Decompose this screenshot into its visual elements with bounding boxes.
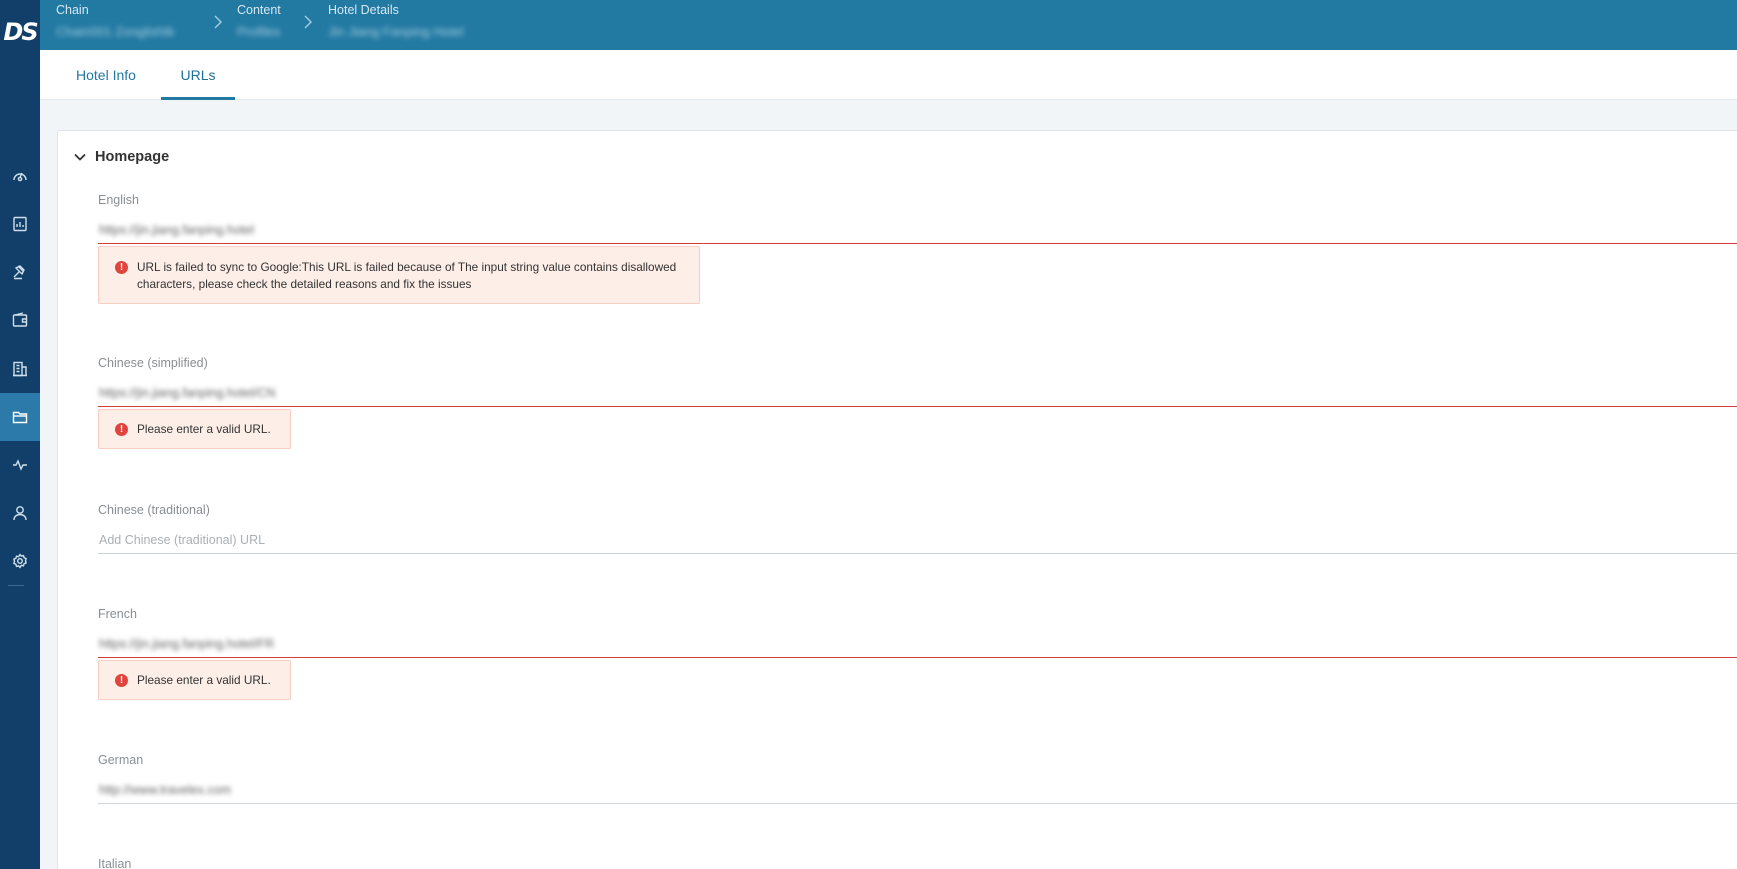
breadcrumb-chevron-icon bbox=[214, 15, 222, 29]
breadcrumb-value: Profiles bbox=[237, 24, 281, 39]
input-value: https://jin.jiang.fanping.hotel/CN bbox=[99, 386, 276, 400]
field-chinese-simplified: Chinese (simplified) https://jin.jiang.f… bbox=[98, 355, 1737, 449]
tab-bar: Hotel Info URLs bbox=[40, 50, 1737, 100]
error-icon: ! bbox=[115, 423, 128, 436]
field-label: Chinese (simplified) bbox=[98, 356, 208, 370]
url-input-french[interactable]: https://jin.jiang.fanping.hotel/FR bbox=[98, 630, 1737, 658]
sidebar-item-activity[interactable] bbox=[0, 441, 40, 489]
input-placeholder: Add Chinese (traditional) URL bbox=[99, 533, 266, 547]
breadcrumb-value: Chain001 Zonglishtk bbox=[56, 24, 175, 39]
field-label: Italian bbox=[98, 857, 132, 869]
breadcrumb-chain[interactable]: Chain Chain001 Zonglishtk bbox=[56, 3, 175, 41]
breadcrumb-value: Jin Jiang Fanping Hotel bbox=[328, 24, 464, 39]
sidebar-item-content[interactable] bbox=[0, 393, 40, 441]
input-value: http://www.travelex.com bbox=[99, 783, 231, 797]
sidebar-divider bbox=[8, 585, 24, 586]
sidebar-item-properties[interactable] bbox=[0, 345, 40, 393]
field-label: English bbox=[98, 193, 139, 207]
breadcrumb-label: Chain bbox=[56, 3, 89, 17]
field-french: French https://jin.jiang.fanping.hotel/F… bbox=[98, 606, 1737, 700]
breadcrumb-content[interactable]: Content Profiles bbox=[237, 3, 281, 41]
settings-icon bbox=[13, 553, 27, 569]
url-input-chinese-simplified[interactable]: https://jin.jiang.fanping.hotel/CN bbox=[98, 379, 1737, 407]
sidebar-item-users[interactable] bbox=[0, 489, 40, 537]
sidebar: DS bbox=[0, 0, 40, 869]
breadcrumb-label: Hotel Details bbox=[328, 3, 399, 17]
url-input-english[interactable]: https://jin.jiang.fanping.hotel bbox=[98, 216, 1737, 244]
input-value: https://jin.jiang.fanping.hotel bbox=[99, 223, 254, 237]
error-text: Please enter a valid URL. bbox=[137, 422, 271, 436]
breadcrumb-hotel-details[interactable]: Hotel Details Jin Jiang Fanping Hotel bbox=[328, 3, 464, 41]
logo-text: DS bbox=[3, 18, 38, 46]
top-header: Chain Chain001 Zonglishtk Content Profil… bbox=[40, 0, 1737, 50]
user-icon bbox=[13, 506, 27, 521]
breadcrumb-chevron-icon bbox=[304, 15, 312, 29]
sidebar-item-rules[interactable] bbox=[0, 248, 40, 296]
error-text: URL is failed to sync to Google:This URL… bbox=[137, 260, 677, 291]
section-title: Homepage bbox=[95, 149, 170, 165]
chevron-down-icon bbox=[74, 153, 86, 161]
sidebar-item-settings[interactable] bbox=[0, 537, 40, 585]
ds-logo[interactable]: DS bbox=[0, 12, 40, 52]
wallet-icon bbox=[12, 312, 28, 327]
gavel-icon bbox=[13, 265, 25, 280]
field-label: Chinese (traditional) bbox=[98, 503, 210, 517]
input-value: https://jin.jiang.fanping.hotel/FR bbox=[99, 637, 275, 651]
dashboard-gauge-icon bbox=[13, 172, 27, 182]
tab-hotel-info[interactable]: Hotel Info bbox=[76, 50, 136, 100]
field-chinese-traditional: Chinese (traditional) Add Chinese (tradi… bbox=[98, 502, 1737, 554]
error-icon: ! bbox=[115, 674, 128, 687]
sidebar-item-wallet[interactable] bbox=[0, 296, 40, 344]
tab-urls[interactable]: URLs bbox=[161, 50, 235, 100]
field-italian: Italian bbox=[98, 856, 1737, 869]
error-message: ! Please enter a valid URL. bbox=[98, 660, 291, 700]
field-label: German bbox=[98, 753, 144, 767]
field-label: French bbox=[98, 607, 137, 621]
error-message: ! URL is failed to sync to Google:This U… bbox=[98, 246, 700, 304]
sidebar-item-reports[interactable] bbox=[0, 200, 40, 248]
section-header-homepage[interactable]: Homepage bbox=[73, 145, 169, 169]
report-icon bbox=[13, 216, 27, 232]
sidebar-item-dashboard[interactable] bbox=[0, 152, 40, 200]
breadcrumb-label: Content bbox=[237, 3, 281, 17]
field-english: English https://jin.jiang.fanping.hotel … bbox=[98, 192, 1737, 304]
homepage-card: Homepage English https://jin.jiang.fanpi… bbox=[57, 130, 1737, 869]
folder-icon bbox=[12, 411, 28, 424]
error-icon: ! bbox=[115, 261, 128, 274]
field-german: German http://www.travelex.com bbox=[98, 752, 1737, 804]
url-input-german[interactable]: http://www.travelex.com bbox=[98, 776, 1737, 804]
error-message: ! Please enter a valid URL. bbox=[98, 409, 291, 449]
url-input-chinese-traditional[interactable]: Add Chinese (traditional) URL bbox=[98, 526, 1737, 554]
building-icon bbox=[13, 361, 27, 377]
error-text: Please enter a valid URL. bbox=[137, 673, 271, 687]
activity-icon bbox=[13, 459, 27, 471]
